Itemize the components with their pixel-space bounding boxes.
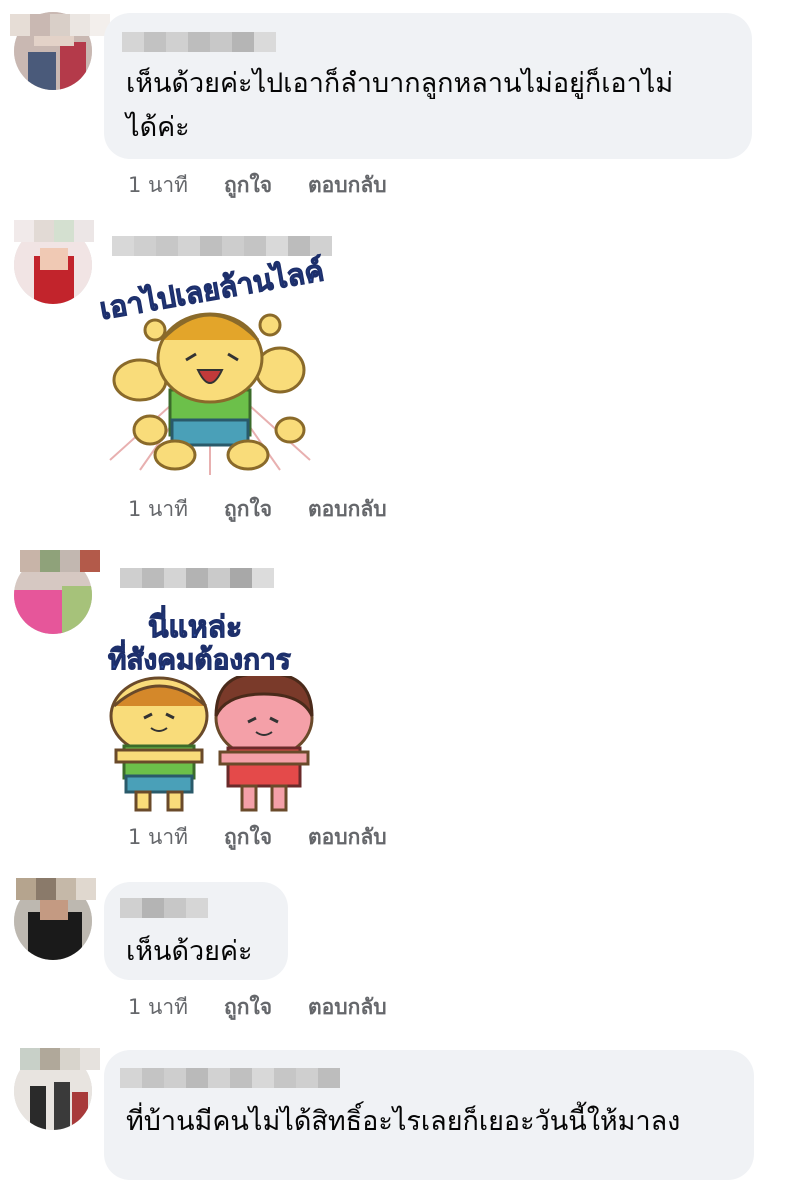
comment-text: เห็นด้วยค่ะไปเอาก็ลำบากลูกหลานไม่อยู่ก็เ… bbox=[126, 68, 674, 143]
commenter-name[interactable] bbox=[120, 568, 274, 588]
comment-time[interactable]: 1 นาที bbox=[128, 169, 188, 202]
reply-button[interactable]: ตอบกลับ bbox=[308, 169, 387, 202]
comment-actions: 1 นาที ถูกใจ ตอบกลับ bbox=[128, 170, 423, 200]
reply-button[interactable]: ตอบกลับ bbox=[308, 991, 387, 1024]
reply-button[interactable]: ตอบกลับ bbox=[308, 493, 387, 526]
avatar-blur bbox=[10, 14, 110, 36]
friends-sticker bbox=[109, 676, 314, 812]
reply-button[interactable]: ตอบกลับ bbox=[308, 821, 387, 854]
like-button[interactable]: ถูกใจ bbox=[224, 169, 272, 202]
avatar-blur bbox=[20, 550, 100, 572]
like-button[interactable]: ถูกใจ bbox=[224, 821, 272, 854]
comment-text: ที่บ้านมีคนไม่ได้สิทธิ์อะไรเลยก็เยอะวันน… bbox=[126, 1106, 681, 1137]
comment-time[interactable]: 1 นาที bbox=[128, 493, 188, 526]
commenter-name[interactable] bbox=[120, 1068, 340, 1088]
comment-time[interactable]: 1 นาที bbox=[128, 821, 188, 854]
comment-actions: 1 นาที ถูกใจ ตอบกลับ bbox=[128, 822, 423, 852]
avatar-blur bbox=[14, 220, 94, 242]
comment-text: เห็นด้วยค่ะ bbox=[126, 936, 253, 967]
comment-time[interactable]: 1 นาที bbox=[128, 991, 188, 1024]
like-button[interactable]: ถูกใจ bbox=[224, 493, 272, 526]
comment-actions: 1 นาที ถูกใจ ตอบกลับ bbox=[128, 992, 423, 1022]
avatar-blur bbox=[20, 1048, 100, 1070]
commenter-name[interactable] bbox=[120, 898, 208, 918]
avatar-blur bbox=[16, 878, 96, 900]
like-button[interactable]: ถูกใจ bbox=[224, 991, 272, 1024]
commenter-name[interactable] bbox=[122, 32, 276, 52]
comment-actions: 1 นาที ถูกใจ ตอบกลับ bbox=[128, 494, 423, 524]
